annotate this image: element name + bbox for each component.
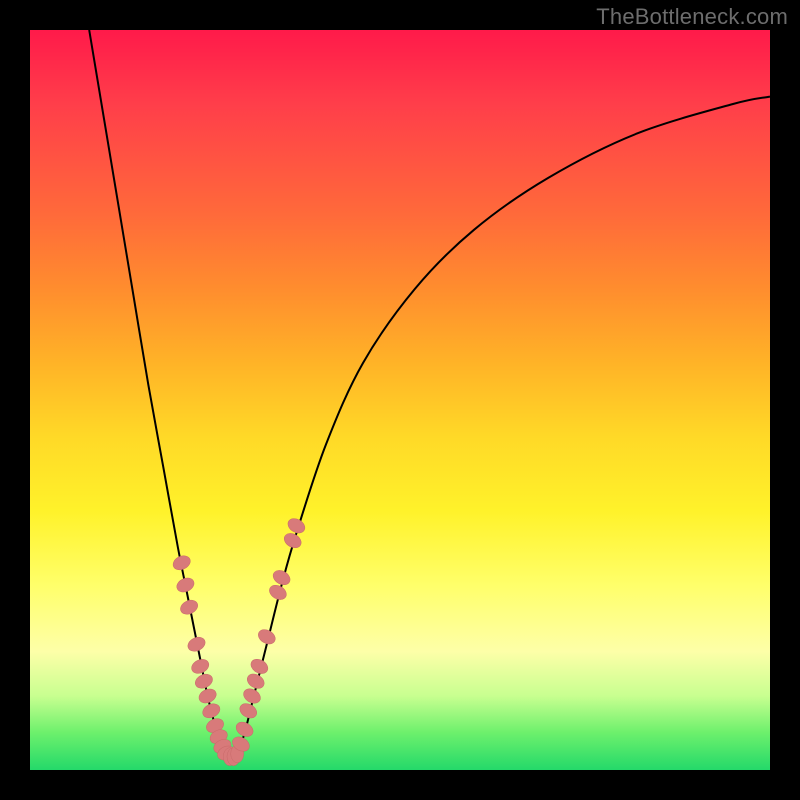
data-marker — [285, 516, 307, 536]
data-marker — [282, 530, 304, 550]
data-marker — [271, 567, 293, 587]
chart-frame: TheBottleneck.com — [0, 0, 800, 800]
data-marker — [186, 635, 208, 654]
data-marker — [248, 656, 270, 676]
data-marker — [256, 627, 278, 647]
data-marker — [189, 657, 211, 676]
curve-layer — [30, 30, 770, 770]
data-marker — [174, 575, 196, 594]
data-marker — [267, 582, 289, 602]
data-marker — [234, 719, 256, 739]
watermark-text: TheBottleneck.com — [596, 4, 788, 30]
markers-group — [171, 516, 308, 766]
plot-area — [30, 30, 770, 770]
data-marker — [171, 553, 193, 572]
data-marker — [178, 598, 200, 617]
data-marker — [237, 701, 259, 721]
data-marker — [241, 686, 263, 706]
data-marker — [193, 672, 215, 691]
data-marker — [245, 671, 267, 691]
data-marker — [197, 686, 219, 705]
data-marker — [200, 701, 222, 720]
